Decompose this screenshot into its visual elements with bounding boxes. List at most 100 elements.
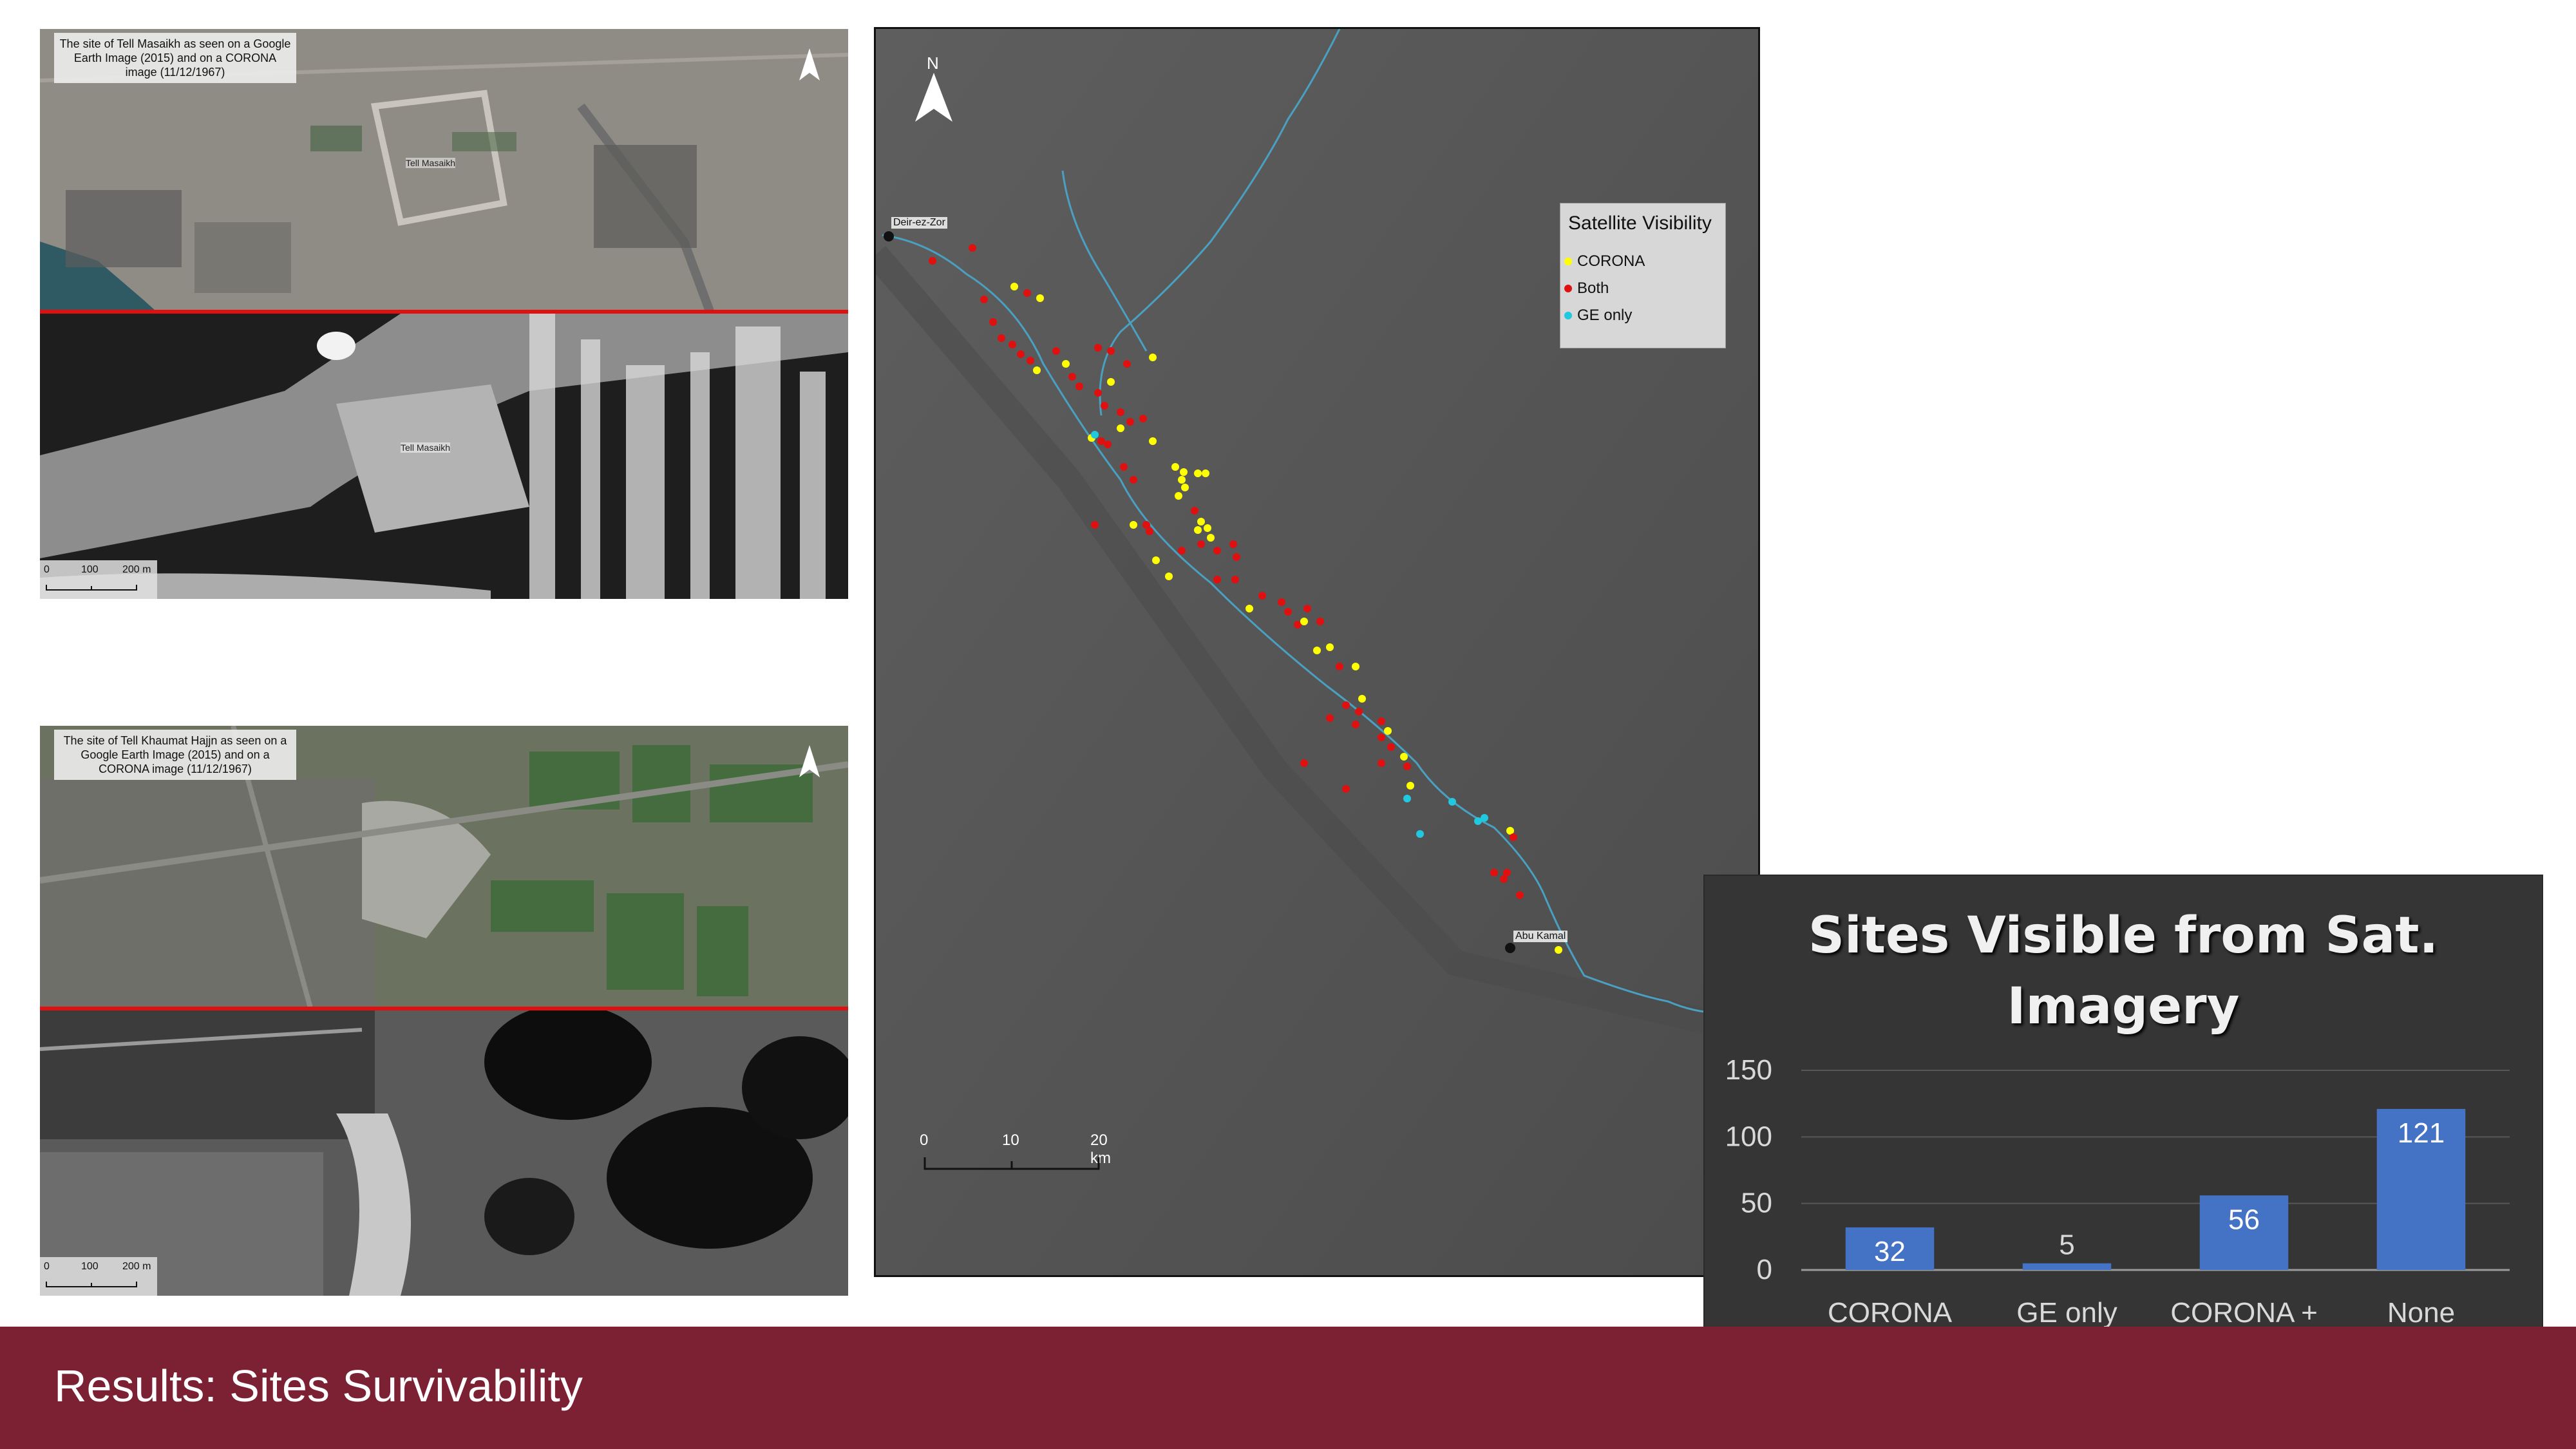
data-label: 56	[2228, 1204, 2260, 1235]
site-point	[1149, 354, 1157, 361]
legend-dot	[1564, 258, 1572, 265]
site-label: Tell Masaikh	[401, 442, 451, 453]
site-point	[1009, 341, 1016, 348]
site-point	[1068, 373, 1076, 381]
site-point	[1191, 507, 1198, 515]
site-point	[1197, 518, 1205, 526]
site-point	[1052, 347, 1060, 355]
bar-chart-svg: 05010015032CORONAonly5GE only56CORONA +G…	[1725, 1054, 2510, 1367]
site-point	[1207, 534, 1215, 542]
site-point	[1342, 701, 1350, 709]
site-point	[969, 244, 976, 252]
site-point	[1178, 547, 1186, 554]
slide-footer: Results: Sites Survivability	[0, 1327, 2576, 1449]
y-tick-label: 100	[1725, 1121, 1772, 1152]
site-point	[1130, 476, 1137, 484]
site-point	[1152, 556, 1160, 564]
site-point	[1358, 695, 1366, 703]
site-point	[1403, 795, 1411, 802]
data-label: 121	[2398, 1117, 2445, 1149]
site-point	[1352, 721, 1359, 728]
site-point	[1516, 891, 1524, 899]
site-point	[1017, 350, 1025, 358]
site-point	[1231, 576, 1239, 583]
site-point	[1178, 476, 1186, 484]
site-point	[1300, 618, 1308, 625]
site-point	[1194, 526, 1202, 534]
site-point	[1490, 869, 1498, 876]
site-point	[1278, 598, 1285, 606]
site-point	[1204, 524, 1211, 532]
site-point	[1510, 833, 1517, 841]
site-point	[1448, 798, 1456, 806]
legend-dot	[1564, 312, 1572, 319]
site-point	[1258, 592, 1266, 600]
site-label: Tell Masaikh	[406, 158, 456, 168]
legend-item-both: Both	[1564, 279, 1609, 298]
site-point	[1213, 547, 1221, 554]
site-point	[1010, 283, 1018, 290]
x-tick-label: None	[2387, 1297, 2455, 1329]
site-point	[1094, 344, 1102, 352]
site-point	[1326, 643, 1334, 651]
site-point	[1197, 540, 1205, 548]
legend-label: CORONA	[1577, 252, 1645, 270]
x-tick-label: CORONA	[1828, 1297, 1953, 1329]
y-tick-label: 150	[1725, 1054, 1772, 1086]
site-point	[1403, 762, 1411, 770]
site-point	[1355, 708, 1363, 715]
site-point	[1384, 727, 1392, 735]
site-point	[1126, 418, 1134, 426]
legend-title: Satellite Visibility	[1568, 213, 1712, 234]
site-point	[1107, 347, 1115, 355]
site-point	[1378, 734, 1385, 741]
site-point	[1130, 521, 1137, 529]
site-point	[1202, 469, 1209, 477]
tell-masaikh-panel: The site of Tell Masaikh as seen on a Go…	[40, 29, 848, 599]
corona-image: Tell Masaikh 0 100 200 m	[40, 314, 848, 599]
euphrates-site-map: Deir-ez-Zor Abu Kamal N Satellite Visibi…	[874, 27, 1760, 1277]
y-tick-label: 0	[1757, 1254, 1772, 1285]
north-arrow-icon	[799, 745, 820, 777]
site-point	[1352, 663, 1359, 670]
site-point	[1094, 389, 1102, 397]
legend-dot	[1564, 285, 1572, 292]
map-north-arrow: N	[911, 53, 956, 124]
site-point	[1097, 437, 1105, 445]
site-point	[1027, 357, 1034, 365]
map-scale-bar: 0 10 20 km	[920, 1132, 1126, 1177]
site-point	[1123, 360, 1131, 368]
site-point	[1062, 360, 1070, 368]
site-point	[1342, 785, 1350, 793]
site-point	[1036, 294, 1044, 302]
x-tick-label: GE only	[2016, 1297, 2117, 1329]
site-point	[1033, 366, 1041, 374]
site-point	[1233, 553, 1240, 561]
satellite-visibility-legend: Satellite Visibility CORONA Both GE only	[1560, 203, 1726, 348]
corona-terrain	[40, 1010, 848, 1296]
site-point	[1378, 717, 1385, 725]
site-point	[1194, 469, 1202, 477]
site-point	[1091, 431, 1099, 439]
legend-item-corona: CORONA	[1564, 252, 1645, 270]
site-point	[1171, 463, 1179, 471]
site-point	[1481, 814, 1488, 822]
site-point	[1091, 521, 1099, 529]
site-point	[1400, 753, 1408, 761]
site-point	[1387, 743, 1395, 751]
bar	[2022, 1263, 2112, 1270]
north-label: N	[927, 53, 939, 73]
google-earth-image: The site of Tell Masaikh as seen on a Go…	[40, 29, 848, 311]
site-point	[1378, 759, 1385, 767]
site-point	[1180, 468, 1188, 476]
site-point	[1229, 540, 1237, 548]
scale-ruler	[46, 1282, 137, 1287]
north-arrow-icon	[915, 73, 952, 122]
site-point	[1075, 383, 1083, 390]
google-earth-image: The site of Tell Khaumat Hajjn as seen o…	[40, 726, 848, 1008]
north-arrow-icon	[799, 48, 820, 80]
masaikh-caption: The site of Tell Masaikh as seen on a Go…	[54, 33, 296, 83]
site-point	[998, 334, 1005, 342]
site-point	[1175, 492, 1182, 500]
legend-item-ge-only: GE only	[1564, 307, 1632, 325]
